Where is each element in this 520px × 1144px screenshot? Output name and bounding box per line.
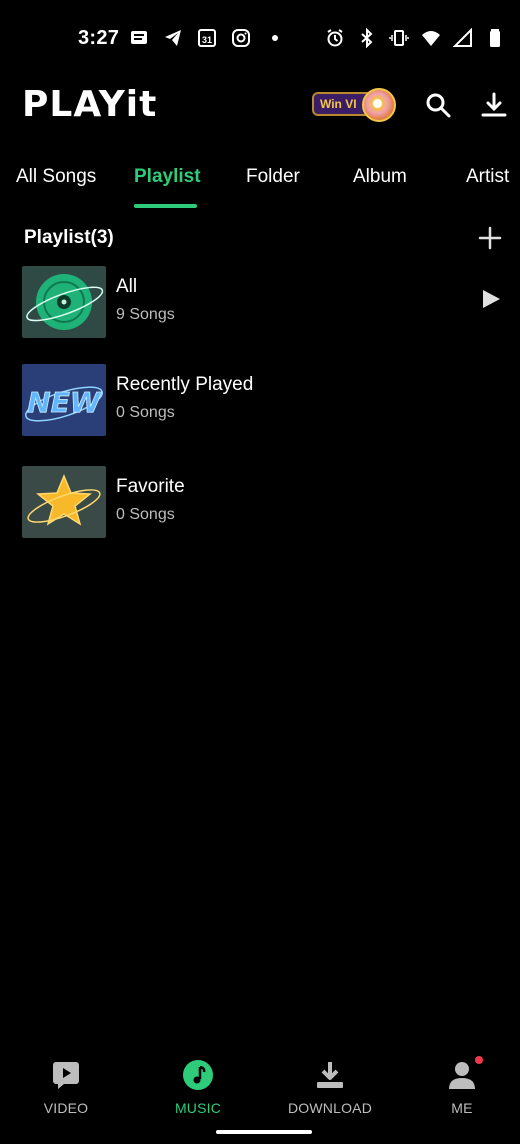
nav-label: DOWNLOAD (287, 1100, 373, 1116)
alarm-icon (324, 27, 346, 49)
plus-icon (478, 226, 502, 250)
download-button[interactable] (479, 90, 509, 120)
add-playlist-button[interactable] (476, 224, 504, 252)
bluetooth-icon (356, 27, 378, 49)
tab-folder[interactable]: Folder (246, 166, 300, 188)
vip-disc-icon (362, 88, 396, 122)
playlist-title: All (116, 276, 138, 297)
nav-label: VIDEO (43, 1100, 89, 1116)
profile-icon (445, 1056, 483, 1092)
download-icon (481, 92, 507, 117)
play-all-button[interactable] (480, 288, 502, 310)
vibrate-icon (388, 27, 410, 49)
playlist-song-count: 0 Songs (116, 506, 175, 523)
playlist-thumb-recently-played: NEW (22, 364, 106, 436)
nav-label: ME (451, 1100, 473, 1116)
active-tab-indicator (134, 204, 197, 208)
svg-text:31: 31 (202, 35, 212, 45)
playlist-title: Favorite (116, 476, 185, 497)
play-icon (483, 290, 500, 308)
new-badge-icon: NEW (22, 364, 106, 436)
nav-video[interactable]: VIDEO (11, 1058, 121, 1116)
search-icon (426, 93, 451, 118)
playlist-song-count: 9 Songs (116, 306, 175, 323)
playlist-thumb-favorite (22, 466, 106, 538)
playlist-item-favorite[interactable]: Favorite 0 Songs (0, 462, 520, 546)
status-bar: 3:27 31 (0, 0, 520, 76)
status-left-icons: 31 (128, 27, 286, 49)
tab-album[interactable]: Album (353, 166, 407, 188)
tab-playlist[interactable]: Playlist (134, 166, 201, 188)
instagram-icon (230, 27, 252, 49)
notification-dot (475, 1056, 483, 1064)
playlist-count-title: Playlist(3) (24, 227, 114, 248)
calendar-icon: 31 (196, 27, 218, 49)
music-note-icon (181, 1058, 215, 1092)
tab-all-songs[interactable]: All Songs (16, 166, 96, 188)
nav-me[interactable]: ME (407, 1056, 517, 1116)
tab-artist[interactable]: Artist (466, 166, 509, 188)
wifi-icon (420, 27, 442, 49)
category-tabs: All Songs Playlist Folder Album Artist (0, 160, 520, 210)
playlist-thumb-all (22, 266, 106, 338)
nav-download[interactable]: DOWNLOAD (275, 1058, 385, 1116)
battery-icon (484, 27, 506, 49)
nav-music[interactable]: MUSIC (143, 1058, 253, 1116)
playlist-item-recently-played[interactable]: NEW Recently Played 0 Songs (0, 360, 520, 444)
search-button[interactable] (423, 90, 453, 120)
star-icon (22, 466, 106, 538)
dot-icon (264, 27, 286, 49)
signal-icon (452, 27, 474, 49)
playlist-song-count: 0 Songs (116, 404, 175, 421)
download-icon (313, 1058, 347, 1092)
app-header: PLAYit Win VI (0, 76, 520, 136)
nav-label: MUSIC (174, 1100, 222, 1116)
message-icon (128, 27, 150, 49)
vip-badge[interactable]: Win VI (312, 88, 398, 122)
playlist-item-all[interactable]: All 9 Songs (0, 262, 520, 346)
status-time: 3:27 (78, 27, 120, 49)
telegram-icon (162, 27, 184, 49)
home-indicator[interactable] (216, 1130, 312, 1134)
vinyl-disc-icon (22, 266, 106, 338)
app-logo: PLAYit (22, 84, 158, 125)
status-right-icons (324, 27, 506, 49)
svg-text:NEW: NEW (27, 386, 102, 419)
playlist-title: Recently Played (116, 374, 254, 395)
video-icon (49, 1058, 83, 1092)
